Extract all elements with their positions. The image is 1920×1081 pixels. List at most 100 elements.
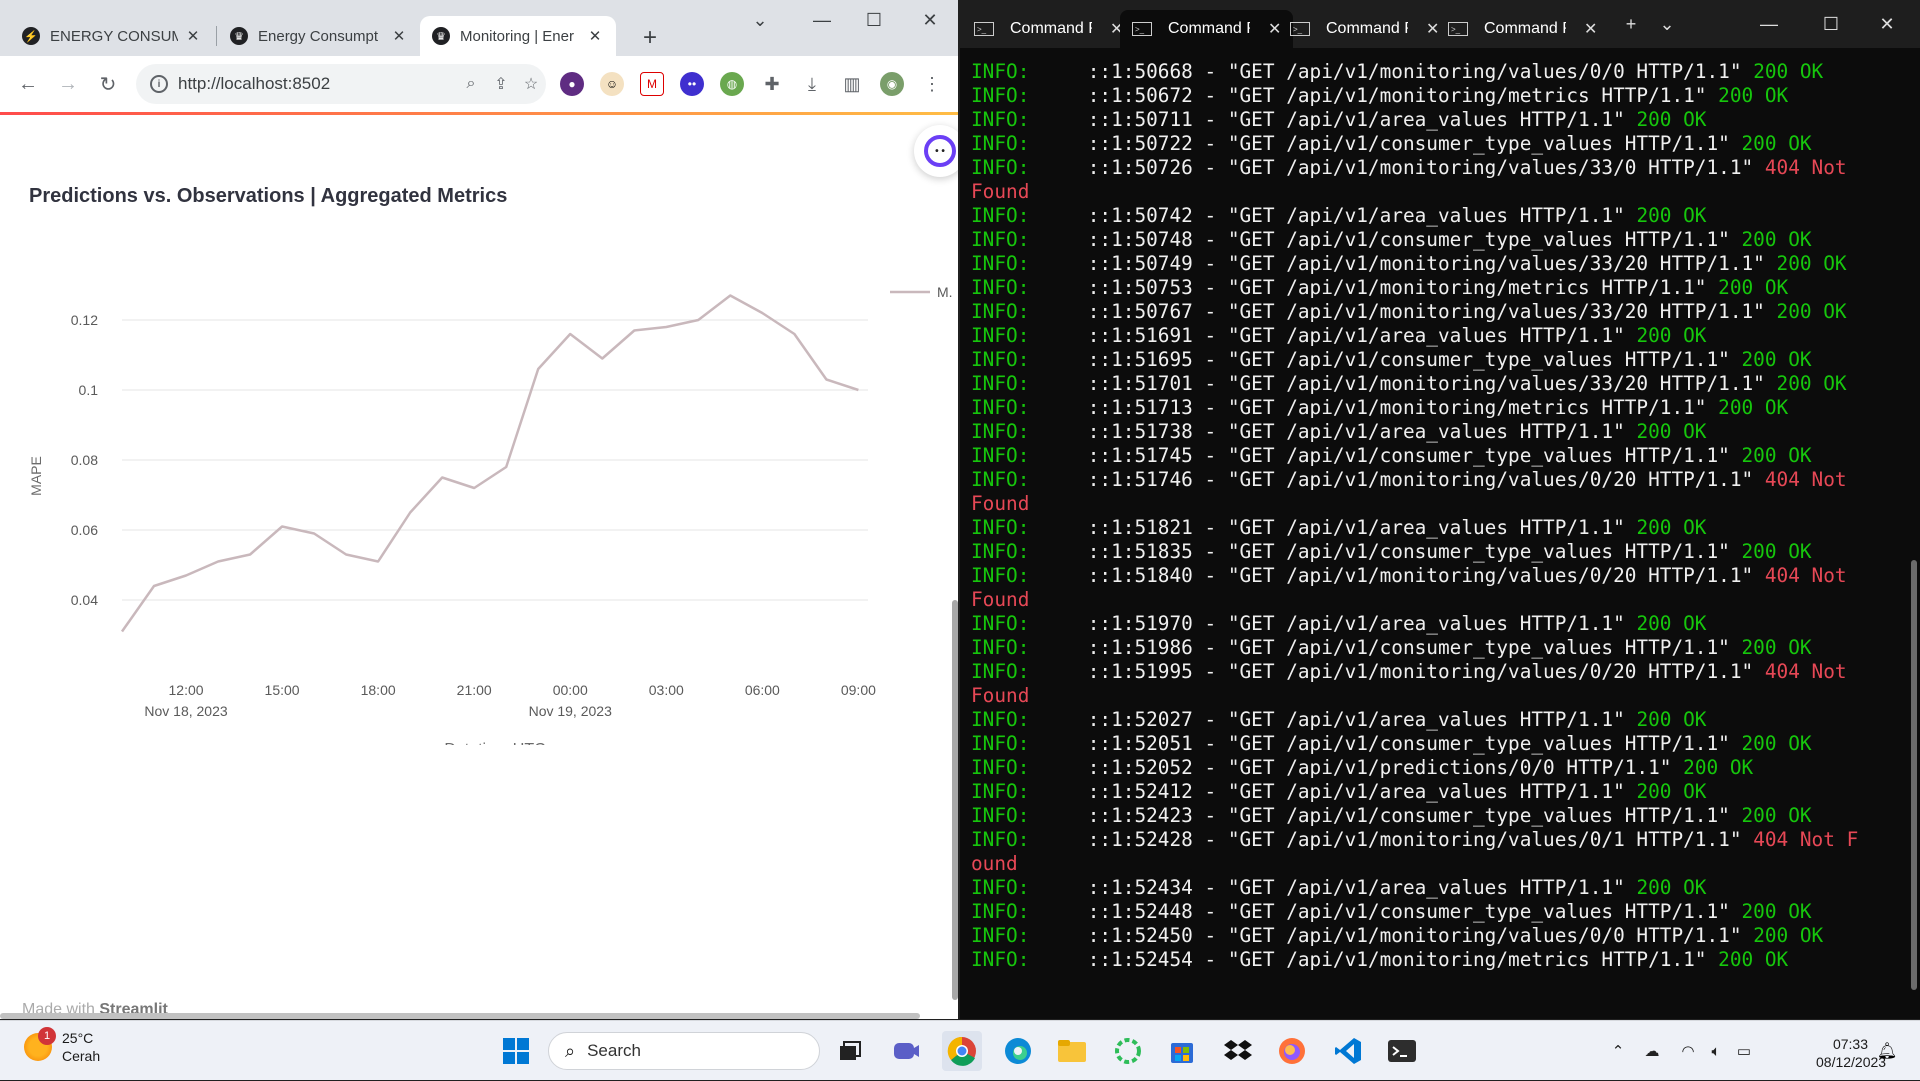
- terminal-tab-active[interactable]: >_ Command Prompt ✕: [1120, 10, 1294, 48]
- log-status: 200 OK: [1683, 756, 1754, 779]
- menu-kebab-icon[interactable]: ⋮: [920, 72, 944, 96]
- taskbar-search-box[interactable]: ⌕ Search: [548, 1032, 820, 1070]
- close-icon[interactable]: ✕: [586, 27, 604, 45]
- x-tick-label: 06:00: [745, 682, 780, 698]
- weather-widget[interactable]: 1 25°C Cerah: [24, 1027, 100, 1065]
- zoom-icon[interactable]: ⌕: [456, 75, 486, 93]
- task-view-icon[interactable]: [830, 1031, 870, 1071]
- tab-search-chevron-icon[interactable]: ⌄: [738, 6, 782, 34]
- battery-icon[interactable]: ▭: [1730, 1042, 1758, 1060]
- log-level: INFO:: [971, 828, 1030, 851]
- maximize-button[interactable]: ☐: [852, 6, 896, 34]
- side-panel-icon[interactable]: ▥: [840, 72, 864, 96]
- log-message: ::1:50711 - "GET /api/v1/area_values HTT…: [1029, 108, 1637, 131]
- terminal-tab[interactable]: >_ Command Prompt ✕: [1436, 10, 1609, 48]
- log-message: ::1:52052 - "GET /api/v1/predictions/0/0…: [1029, 756, 1684, 779]
- close-icon[interactable]: ✕: [1584, 19, 1597, 39]
- dropbox-icon[interactable]: [1218, 1031, 1258, 1071]
- log-status: 200 OK: [1741, 444, 1812, 467]
- windows-start-icon[interactable]: [496, 1031, 536, 1071]
- terminal-scrollbar[interactable]: [1911, 560, 1917, 990]
- chat-widget-button[interactable]: • •: [914, 125, 958, 177]
- reload-icon[interactable]: ↻: [92, 68, 124, 100]
- share-icon[interactable]: ⇪: [486, 74, 516, 94]
- horizontal-scrollbar[interactable]: [0, 1013, 920, 1019]
- close-icon[interactable]: ✕: [184, 27, 202, 45]
- log-line: INFO: ::1:51713 - "GET /api/v1/monitorin…: [971, 396, 1901, 420]
- extensions-puzzle-icon[interactable]: ✚: [760, 72, 784, 96]
- chevron-up-icon[interactable]: ⌃: [1604, 1042, 1632, 1060]
- address-bar[interactable]: i http://localhost:8502 ⌕ ⇪ ☆: [136, 64, 546, 104]
- extension-eyes-icon[interactable]: ••: [680, 72, 704, 96]
- terminal-tab[interactable]: >_ Command Prompt ✕: [1278, 10, 1451, 48]
- extension-face-icon[interactable]: ☺: [600, 72, 624, 96]
- log-line: INFO: ::1:50668 - "GET /api/v1/monitorin…: [971, 60, 1901, 84]
- extension-mcafee-icon[interactable]: M: [640, 72, 664, 96]
- close-window-button[interactable]: ✕: [1864, 10, 1910, 38]
- extension-globe-icon[interactable]: ◍: [720, 72, 744, 96]
- terminal-icon[interactable]: [1382, 1031, 1422, 1071]
- log-level: INFO:: [971, 60, 1030, 83]
- log-status: Found: [971, 180, 1030, 203]
- log-level: INFO:: [971, 948, 1030, 971]
- browser-tab-energy-consumption-2[interactable]: ♛ Energy Consumpt ✕: [218, 16, 420, 56]
- log-level: INFO:: [971, 444, 1030, 467]
- new-tab-button[interactable]: +: [634, 22, 666, 54]
- log-level: INFO:: [971, 924, 1030, 947]
- log-message: ::1:51840 - "GET /api/v1/monitoring/valu…: [1029, 564, 1765, 587]
- notifications-bell-icon[interactable]: 🔔︎: [1872, 1031, 1902, 1071]
- line-chart[interactable]: 0.04 0.06 0.08 0.1 0.12 12:00 Nov 18, 2023 15:0…: [0, 225, 958, 745]
- file-explorer-icon[interactable]: [1052, 1031, 1092, 1071]
- browser-tab-energy-consumption[interactable]: ⚡ ENERGY CONSUM ✕: [10, 16, 214, 56]
- log-level: INFO:: [971, 420, 1030, 443]
- log-message: ::1:51821 - "GET /api/v1/area_values HTT…: [1029, 516, 1637, 539]
- log-line: INFO: ::1:52412 - "GET /api/v1/area_valu…: [971, 780, 1901, 804]
- log-status: 200 OK: [1636, 108, 1707, 131]
- terminal-tab-label: Command Prompt: [1326, 20, 1408, 37]
- log-message: ::1:51835 - "GET /api/v1/consumer_type_v…: [1029, 540, 1742, 563]
- close-window-button[interactable]: ✕: [908, 6, 952, 34]
- minimize-button[interactable]: —: [1746, 10, 1792, 38]
- volume-icon[interactable]: 🔈︎: [1702, 1043, 1730, 1060]
- minimize-button[interactable]: —: [800, 6, 844, 34]
- maximize-button[interactable]: ☐: [1808, 10, 1854, 38]
- log-level: INFO:: [971, 372, 1030, 395]
- log-message: ::1:51695 - "GET /api/v1/consumer_type_v…: [1029, 348, 1742, 371]
- system-clock[interactable]: 07:33 08/12/2023: [1816, 1035, 1886, 1071]
- forward-arrow-icon[interactable]: →: [52, 68, 84, 100]
- log-status: 200 OK: [1776, 252, 1847, 275]
- site-info-icon[interactable]: i: [150, 75, 168, 93]
- streamlit-icon: ♛: [230, 27, 248, 45]
- bookmark-star-icon[interactable]: ☆: [516, 74, 546, 94]
- terminal-output[interactable]: INFO: ::1:50668 - "GET /api/v1/monitorin…: [971, 60, 1901, 972]
- close-icon[interactable]: ✕: [390, 27, 408, 45]
- onedrive-cloud-icon[interactable]: ☁: [1638, 1042, 1666, 1060]
- log-status: 200 OK: [1741, 228, 1812, 251]
- wifi-icon[interactable]: ◠: [1674, 1042, 1702, 1060]
- y-tick-label: 0.12: [71, 312, 98, 328]
- edge-icon[interactable]: [998, 1031, 1038, 1071]
- chevron-down-icon[interactable]: ⌄: [1644, 10, 1690, 38]
- circle-app-icon[interactable]: [1108, 1031, 1148, 1071]
- download-icon[interactable]: ⤓: [800, 72, 824, 96]
- chrome-icon[interactable]: [942, 1031, 982, 1071]
- terminal-tab[interactable]: >_ Command Prompt ✕: [962, 10, 1135, 48]
- log-line: INFO: ::1:51701 - "GET /api/v1/monitorin…: [971, 372, 1901, 396]
- firefox-icon[interactable]: [1272, 1031, 1312, 1071]
- log-status: 200 OK: [1741, 540, 1812, 563]
- url-text[interactable]: http://localhost:8502: [178, 74, 456, 94]
- back-arrow-icon[interactable]: ←: [12, 68, 44, 100]
- log-level: INFO:: [971, 612, 1030, 635]
- browser-tab-monitoring[interactable]: ♛ Monitoring | Ener ✕: [420, 16, 616, 56]
- log-level: INFO:: [971, 804, 1030, 827]
- teams-chat-icon[interactable]: [886, 1031, 926, 1071]
- profile-avatar[interactable]: ◉: [880, 72, 904, 96]
- vertical-scrollbar[interactable]: [952, 600, 958, 1000]
- log-status: 404 Not: [1764, 156, 1847, 179]
- log-message: ::1:51746 - "GET /api/v1/monitoring/valu…: [1029, 468, 1765, 491]
- log-message: ::1:52454 - "GET /api/v1/monitoring/metr…: [1029, 948, 1719, 971]
- vscode-icon[interactable]: [1328, 1031, 1368, 1071]
- microsoft-store-icon[interactable]: [1162, 1031, 1202, 1071]
- windows-logo: [503, 1038, 529, 1064]
- extension-color-picker-icon[interactable]: ●: [560, 72, 584, 96]
